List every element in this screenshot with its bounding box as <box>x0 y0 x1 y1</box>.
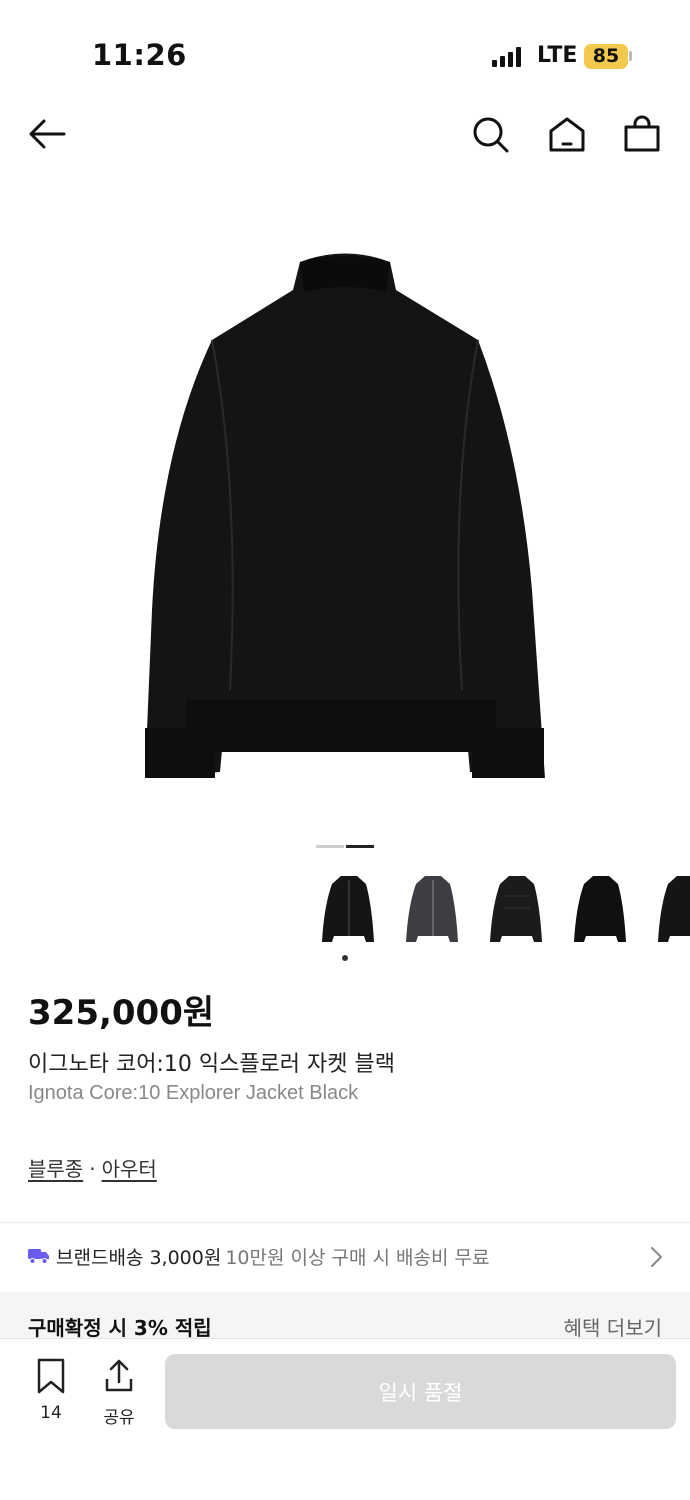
bookmark-button[interactable]: 14 <box>28 1357 74 1423</box>
category-link-1[interactable]: 블루종 <box>28 1157 83 1181</box>
status-bar: 11:26 LTE 85 <box>0 0 690 110</box>
category-link-2[interactable]: 아우터 <box>102 1157 157 1181</box>
back-button[interactable] <box>24 110 74 160</box>
sold-out-button[interactable]: 일시 품절 <box>165 1354 676 1429</box>
product-name-en: Ignota Core:10 Explorer Jacket Black <box>28 1082 359 1104</box>
thumbnail-4[interactable] <box>566 866 636 952</box>
product-price: 325,000원 <box>28 993 215 1033</box>
chevron-right-icon <box>651 1247 662 1267</box>
thumbnail-2[interactable] <box>398 866 468 952</box>
home-button[interactable] <box>542 110 592 160</box>
jacket-image <box>145 253 545 778</box>
category-separator: · <box>89 1157 96 1181</box>
top-nav <box>0 110 690 160</box>
shipping-text: 브랜드배송 3,000원 10만원 이상 구매 시 배송비 무료 <box>56 1243 489 1270</box>
bookmark-count: 14 <box>40 1403 62 1423</box>
truck-icon <box>28 1249 49 1264</box>
product-name-ko: 이그노타 코어:10 익스플로러 자켓 블랙 <box>28 1052 395 1077</box>
search-icon <box>473 117 509 153</box>
network-label: LTE <box>537 43 578 68</box>
thumbnail-3[interactable] <box>482 866 552 952</box>
thumbnail-5[interactable] <box>650 866 690 952</box>
bookmark-icon <box>37 1358 65 1394</box>
search-button[interactable] <box>466 110 516 160</box>
bottom-action-bar: 14 공유 일시 품절 <box>0 1338 690 1500</box>
benefit-row: 구매확정 시 3% 적립 혜택 더보기 <box>0 1292 690 1342</box>
shopping-bag-icon <box>624 115 660 152</box>
thumbnail-strip <box>310 866 690 956</box>
pager-dot <box>316 845 344 848</box>
status-time: 11:26 <box>92 38 187 72</box>
benefit-more-link[interactable]: 혜택 더보기 <box>564 1312 662 1341</box>
share-label: 공유 <box>103 1408 135 1428</box>
breadcrumb: 블루종 · 아우터 <box>28 1153 157 1182</box>
shipping-note: 10만원 이상 구매 시 배송비 무료 <box>225 1247 490 1269</box>
pager-dot-active <box>346 845 374 848</box>
shipping-row[interactable]: 브랜드배송 3,000원 10만원 이상 구매 시 배송비 무료 <box>0 1223 690 1291</box>
battery-icon: 85 <box>584 44 628 69</box>
share-icon <box>105 1359 133 1392</box>
home-icon <box>549 117 585 152</box>
shipping-fee: 브랜드배송 3,000원 <box>56 1247 222 1269</box>
share-button[interactable]: 공유 <box>96 1357 142 1428</box>
selected-thumbnail-dot <box>342 955 348 961</box>
benefit-label: 구매확정 시 3% 적립 <box>28 1316 212 1340</box>
cart-button[interactable] <box>617 110 667 160</box>
thumbnail-1[interactable] <box>314 866 384 952</box>
signal-icon <box>492 47 524 67</box>
product-image[interactable] <box>0 190 690 830</box>
arrow-left-icon <box>29 119 66 149</box>
battery-nub <box>629 51 632 61</box>
